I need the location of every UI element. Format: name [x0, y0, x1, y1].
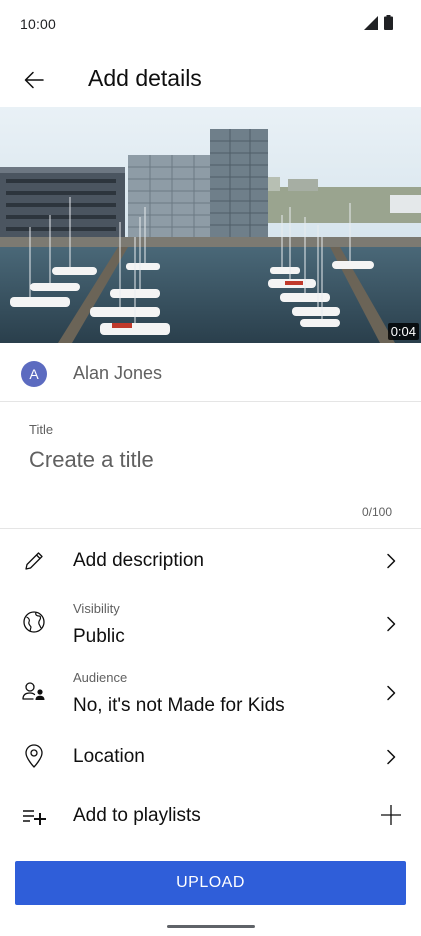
page-title: Add details	[88, 65, 202, 91]
video-thumbnail[interactable]: 0:04	[0, 107, 421, 343]
signal-icon	[364, 15, 378, 30]
status-time: 10:00	[20, 16, 57, 32]
video-duration: 0:04	[387, 323, 419, 340]
avatar: A	[21, 361, 47, 387]
title-input[interactable]	[29, 447, 389, 473]
pencil-icon	[21, 548, 47, 574]
app-bar: Add details	[0, 52, 421, 104]
home-indicator[interactable]	[167, 925, 255, 928]
plus-icon[interactable]	[379, 803, 403, 827]
title-field[interactable]: Title 0/100	[0, 403, 421, 529]
battery-icon	[384, 15, 393, 30]
title-label: Title	[29, 422, 54, 437]
back-button[interactable]	[14, 60, 54, 100]
thumbnail-image	[0, 107, 421, 343]
channel-name: Alan Jones	[73, 363, 163, 383]
audience-row[interactable]: Audience No, it's not Made for Kids	[0, 663, 421, 725]
visibility-label: Visibility	[73, 601, 120, 616]
add-to-playlists-row[interactable]: Add to playlists	[0, 789, 421, 843]
channel-row: A Alan Jones	[0, 344, 421, 402]
chevron-right-icon	[383, 614, 399, 634]
visibility-value: Public	[73, 626, 125, 647]
audience-label: Audience	[73, 670, 128, 685]
chevron-right-icon	[383, 683, 399, 703]
add-description-row[interactable]: Add description	[0, 533, 421, 589]
status-icons	[364, 15, 393, 30]
playlist-add-icon	[21, 803, 47, 829]
status-bar: 10:00	[0, 0, 421, 48]
person-child-icon	[21, 678, 47, 704]
arrow-left-icon	[24, 71, 44, 89]
add-to-playlists-label: Add to playlists	[73, 805, 201, 826]
title-character-counter: 0/100	[361, 505, 392, 519]
location-label: Location	[73, 746, 145, 767]
chevron-right-icon	[383, 551, 399, 571]
visibility-row[interactable]: Visibility Public	[0, 594, 421, 656]
chevron-right-icon	[383, 747, 399, 767]
location-pin-icon	[21, 743, 47, 769]
add-description-label: Add description	[73, 550, 204, 571]
globe-icon	[21, 609, 47, 635]
upload-button[interactable]: UPLOAD	[15, 861, 406, 905]
location-row[interactable]: Location	[0, 730, 421, 784]
audience-value: No, it's not Made for Kids	[73, 695, 285, 716]
